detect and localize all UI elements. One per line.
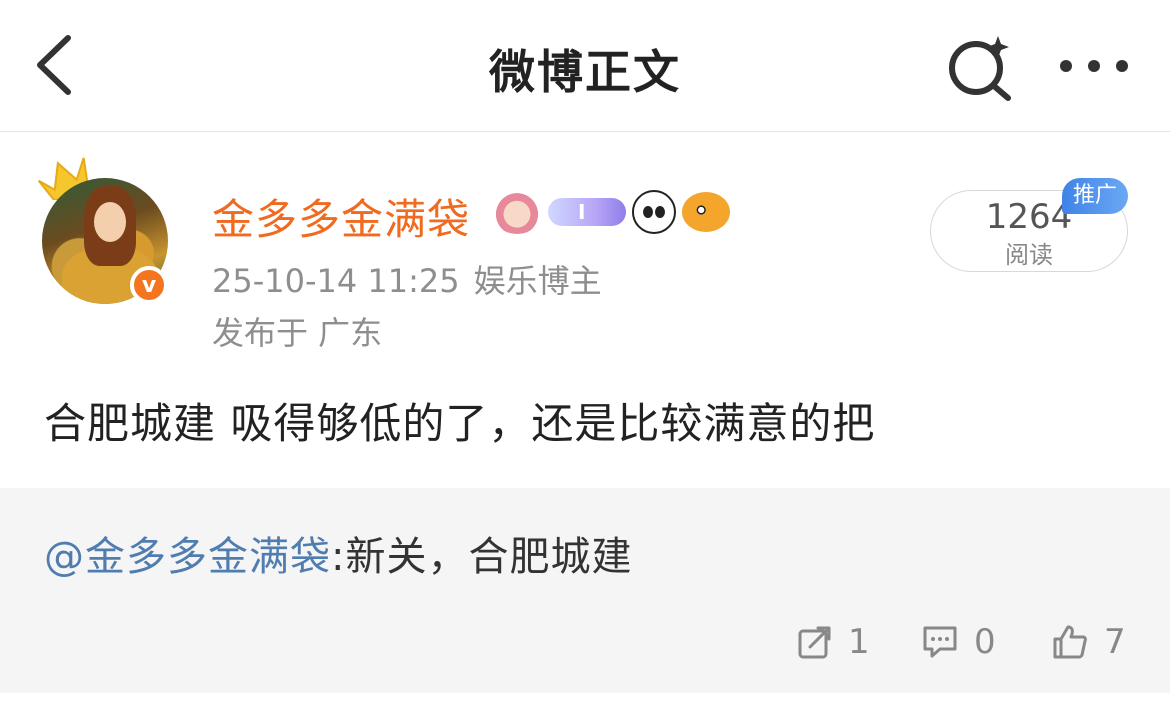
post-timestamp: 25-10-14 11:25 (212, 262, 460, 300)
top-nav: 微博正文 (0, 0, 1170, 132)
like-count: 7 (1104, 622, 1126, 662)
level-badge: I (548, 198, 626, 226)
verified-badge-label: v (141, 273, 157, 298)
fish-icon (682, 192, 730, 232)
comment-action[interactable]: 0 (922, 620, 996, 664)
level-badge-label: I (578, 200, 586, 224)
comment-count: 0 (974, 622, 996, 662)
search-sparkle-icon (949, 36, 1011, 101)
girl-emoji-icon (492, 190, 542, 234)
panda-icon (632, 190, 676, 234)
search-button[interactable] (944, 30, 1016, 102)
more-button[interactable] (1056, 44, 1132, 88)
retweet-text: :新关，合肥城建 (331, 534, 633, 580)
user-badges: I (492, 188, 730, 236)
post-meta: 25-10-14 11:25 娱乐博主 (212, 256, 602, 302)
post-location: 发布于 广东 (212, 314, 383, 352)
repost-icon (798, 626, 831, 659)
repost-action[interactable]: 1 (798, 620, 870, 664)
more-dots-icon (1060, 60, 1128, 72)
retweet-card[interactable]: @金多多金满袋:新关，合肥城建 1 0 7 (0, 488, 1170, 693)
retweet-text-line: @金多多金满袋:新关，合肥城建 (44, 524, 632, 582)
post-content: 合肥城建 吸得够低的了，还是比较满意的把 (44, 399, 876, 448)
promo-badge[interactable]: 推广 (1062, 178, 1128, 214)
avatar-face (94, 202, 126, 242)
thumbs-up-icon (1053, 625, 1087, 659)
post-category: 娱乐博主 (473, 262, 602, 300)
repost-count: 1 (848, 622, 870, 662)
like-action[interactable]: 7 (1052, 620, 1126, 664)
username[interactable]: 金多多金满袋 (212, 186, 470, 247)
retweet-mention[interactable]: @金多多金满袋 (44, 534, 331, 580)
avatar-group[interactable]: v (34, 150, 174, 310)
verified-badge: v (130, 266, 168, 304)
comment-icon (923, 626, 957, 658)
read-label: 阅读 (1005, 241, 1053, 269)
